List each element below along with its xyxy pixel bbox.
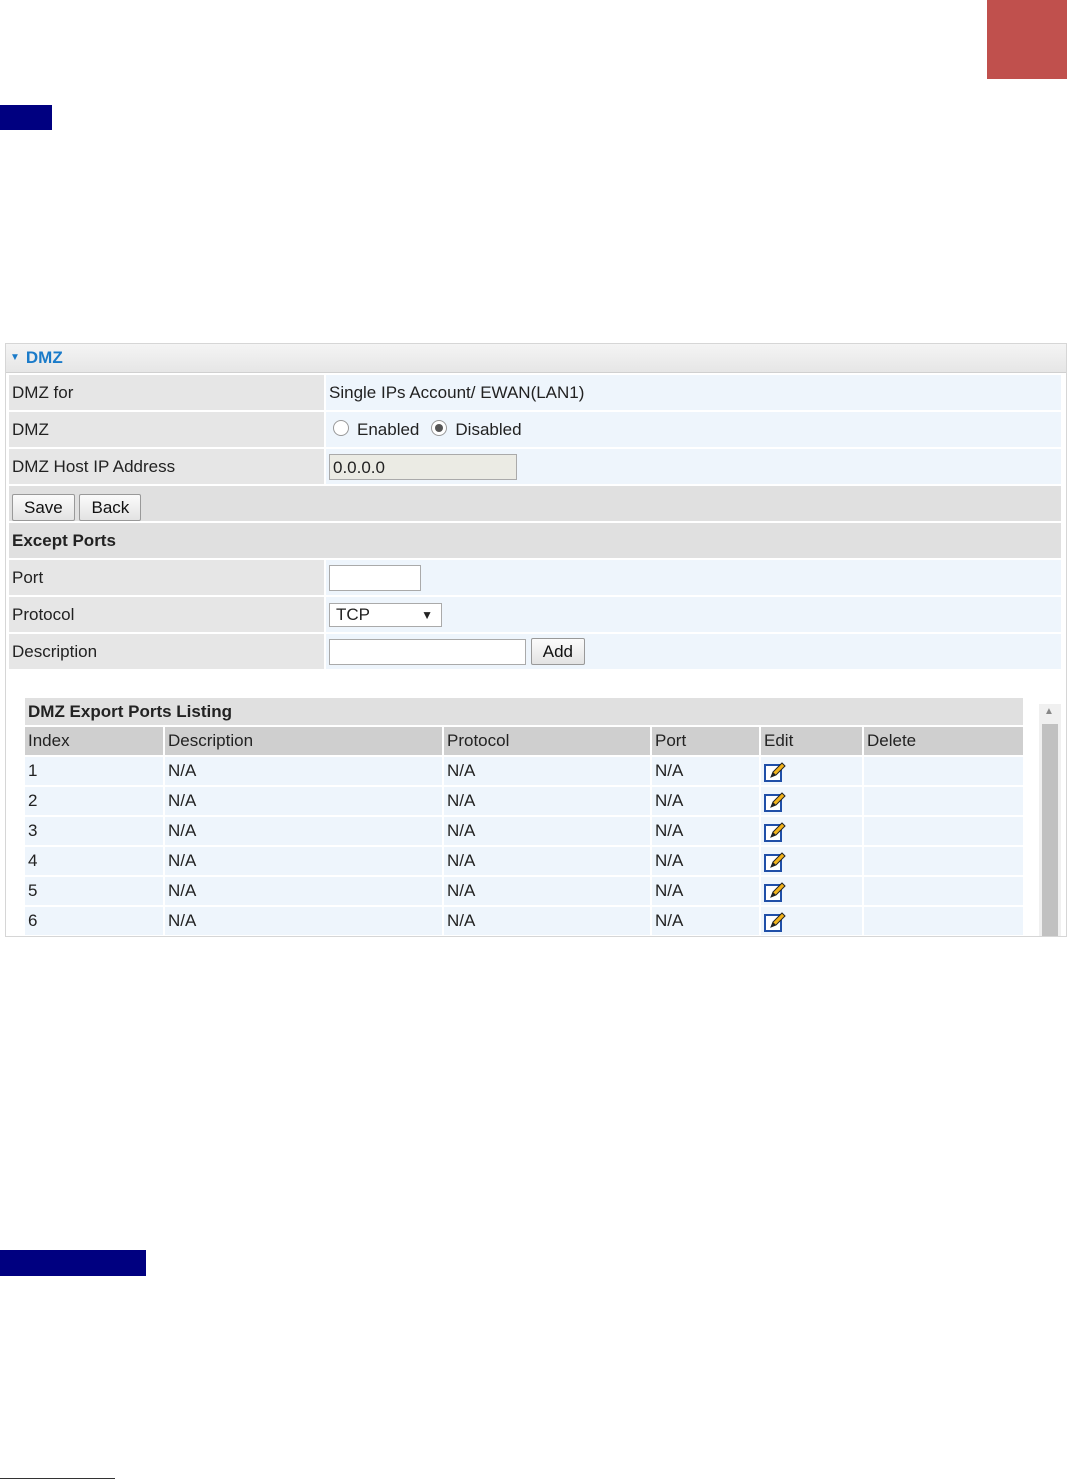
table-row: 2 N/A N/A N/A <box>25 787 1023 815</box>
dmz-panel: ▼ DMZ DMZ for Single IPs Account/ EWAN(LA… <box>5 343 1067 937</box>
cell-edit <box>761 907 862 935</box>
col-delete: Delete <box>864 727 1023 755</box>
dmz-export-ports-table: DMZ Export Ports Listing Index Descripti… <box>23 696 1025 936</box>
cell-port: N/A <box>652 907 759 935</box>
cell-delete <box>864 907 1023 935</box>
cell-protocol: N/A <box>444 817 650 845</box>
cell-port: N/A <box>652 817 759 845</box>
cell-protocol: N/A <box>444 907 650 935</box>
cell-protocol: N/A <box>444 847 650 875</box>
save-button[interactable]: Save <box>12 494 75 521</box>
dmz-radio-group: Enabled Disabled <box>326 412 1061 447</box>
cell-delete <box>864 757 1023 785</box>
cell-edit <box>761 847 862 875</box>
description-label: Description <box>9 634 324 669</box>
port-input[interactable] <box>329 564 421 591</box>
protocol-label: Protocol <box>9 597 324 632</box>
col-port: Port <box>652 727 759 755</box>
protocol-select-value: TCP <box>336 604 370 624</box>
vertical-scrollbar[interactable]: ▲ <box>1039 704 1061 936</box>
button-bar: Save Back <box>9 486 1061 521</box>
table-row: 1 N/A N/A N/A <box>25 757 1023 785</box>
scroll-up-arrow-icon[interactable]: ▲ <box>1044 706 1054 717</box>
cell-edit <box>761 817 862 845</box>
col-description: Description <box>165 727 442 755</box>
cell-delete <box>864 877 1023 905</box>
dmz-label: DMZ <box>9 412 324 447</box>
cell-description: N/A <box>165 907 442 935</box>
row-dmz: DMZ Enabled Disabled <box>9 412 1061 447</box>
disabled-radio-label[interactable]: Disabled <box>455 420 521 439</box>
edit-icon[interactable] <box>764 851 786 873</box>
row-port: Port <box>9 560 1061 595</box>
edit-icon[interactable] <box>764 761 786 783</box>
col-protocol: Protocol <box>444 727 650 755</box>
row-dmz-for: DMZ for Single IPs Account/ EWAN(LAN1) <box>9 375 1061 410</box>
cell-edit <box>761 877 862 905</box>
cell-delete <box>864 817 1023 845</box>
cell-port: N/A <box>652 877 759 905</box>
enabled-radio[interactable] <box>333 419 349 436</box>
host-ip-input[interactable]: 0.0.0.0 <box>329 453 517 480</box>
page-corner-tab <box>987 0 1067 79</box>
cell-description: N/A <box>165 817 442 845</box>
cell-description: N/A <box>165 847 442 875</box>
add-button[interactable]: Add <box>530 638 585 665</box>
dmz-for-value: Single IPs Account/ EWAN(LAN1) <box>326 375 1061 410</box>
row-description: Description Add <box>9 634 1061 669</box>
edit-icon[interactable] <box>764 791 786 813</box>
protocol-select[interactable]: TCP ▼ <box>329 602 442 627</box>
except-ports-heading: Except Ports <box>9 523 1061 558</box>
panel-header[interactable]: ▼ DMZ <box>6 344 1066 373</box>
footnote-rule <box>0 1478 115 1479</box>
back-button[interactable]: Back <box>79 494 142 521</box>
cell-index: 4 <box>25 847 163 875</box>
cell-port: N/A <box>652 757 759 785</box>
dmz-for-label: DMZ for <box>9 375 324 410</box>
cell-protocol: N/A <box>444 787 650 815</box>
heading-marker <box>0 1250 146 1276</box>
listing-title: DMZ Export Ports Listing <box>25 698 1023 725</box>
row-host-ip: DMZ Host IP Address 0.0.0.0 <box>9 449 1061 484</box>
row-protocol: Protocol TCP ▼ <box>9 597 1061 632</box>
cell-index: 5 <box>25 877 163 905</box>
panel-title: DMZ <box>25 348 63 367</box>
edit-icon[interactable] <box>764 881 786 903</box>
scrollbar-thumb[interactable] <box>1042 724 1058 936</box>
cell-index: 6 <box>25 907 163 935</box>
heading-marker <box>0 105 52 130</box>
edit-icon[interactable] <box>764 821 786 843</box>
cell-edit <box>761 757 862 785</box>
edit-icon[interactable] <box>764 911 786 933</box>
cell-protocol: N/A <box>444 757 650 785</box>
cell-index: 3 <box>25 817 163 845</box>
cell-protocol: N/A <box>444 877 650 905</box>
dropdown-arrow-icon: ▼ <box>421 607 433 622</box>
port-label: Port <box>9 560 324 595</box>
col-edit: Edit <box>761 727 862 755</box>
cell-delete <box>864 787 1023 815</box>
table-row: 3 N/A N/A N/A <box>25 817 1023 845</box>
host-ip-label: DMZ Host IP Address <box>9 449 324 484</box>
enabled-radio-label[interactable]: Enabled <box>357 420 419 439</box>
cell-edit <box>761 787 862 815</box>
table-header-row: Index Description Protocol Port Edit Del… <box>25 727 1023 755</box>
table-row: 5 N/A N/A N/A <box>25 877 1023 905</box>
dmz-form: DMZ for Single IPs Account/ EWAN(LAN1) D… <box>7 373 1063 671</box>
cell-description: N/A <box>165 877 442 905</box>
cell-port: N/A <box>652 847 759 875</box>
disabled-radio[interactable] <box>431 419 448 436</box>
listing-scroll-area[interactable]: DMZ Export Ports Listing Index Descripti… <box>6 696 1066 936</box>
cell-index: 2 <box>25 787 163 815</box>
cell-description: N/A <box>165 787 442 815</box>
table-row: 4 N/A N/A N/A <box>25 847 1023 875</box>
description-input[interactable] <box>329 638 526 665</box>
collapse-triangle-icon[interactable]: ▼ <box>10 344 20 372</box>
col-index: Index <box>25 727 163 755</box>
table-row: 6 N/A N/A N/A <box>25 907 1023 935</box>
cell-index: 1 <box>25 757 163 785</box>
cell-description: N/A <box>165 757 442 785</box>
cell-delete <box>864 847 1023 875</box>
cell-port: N/A <box>652 787 759 815</box>
